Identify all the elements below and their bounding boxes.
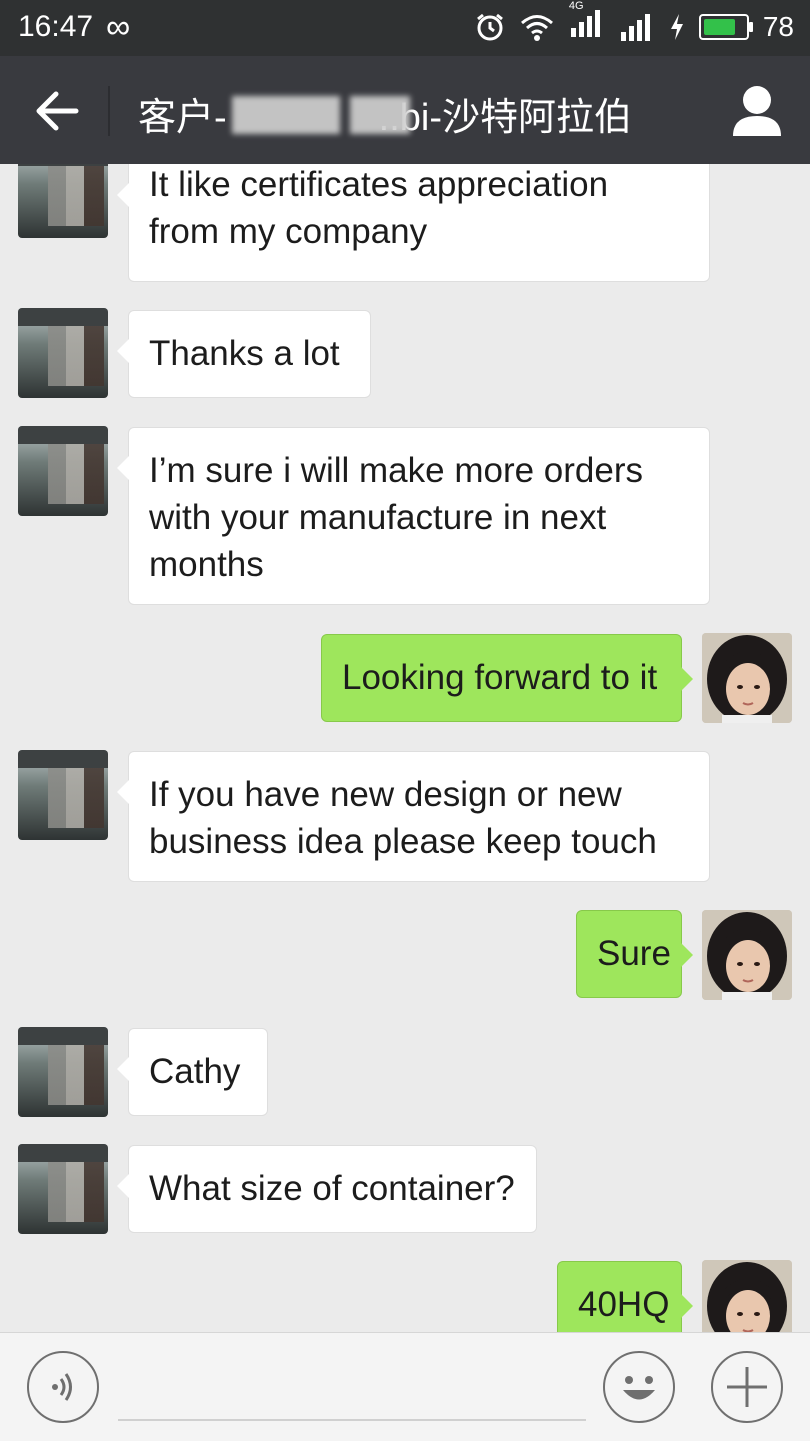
person-icon	[733, 86, 781, 136]
title-redaction	[232, 96, 340, 134]
message-list[interactable]: It like certificates appreciation from m…	[0, 164, 810, 1332]
message-text: with your manufacture in next	[149, 498, 607, 537]
message-text: What size of container?	[149, 1169, 515, 1208]
message-bubble-outgoing[interactable]: Looking forward to it	[321, 634, 693, 722]
voice-icon	[52, 1373, 72, 1401]
chat-header: 客户- ..bi-沙特阿拉伯	[0, 56, 810, 164]
voice-button[interactable]	[27, 1351, 99, 1423]
contact-info-button[interactable]	[724, 78, 790, 144]
message-bubble-incoming[interactable]: Thanks a lot	[117, 310, 371, 398]
message-bubble-incoming[interactable]: What size of container?	[117, 1145, 537, 1233]
more-options-button[interactable]	[711, 1351, 783, 1423]
emoji-button[interactable]	[603, 1351, 675, 1423]
customer-avatar[interactable]	[18, 164, 108, 238]
message-text: It like certificates appreciation	[149, 165, 609, 204]
infinity-icon: ∞	[106, 8, 131, 46]
message-bubble-outgoing[interactable]: Sure	[576, 910, 693, 998]
status-time: 16:47	[18, 10, 94, 43]
back-arrow-icon	[36, 91, 79, 131]
alarm-icon	[476, 13, 503, 40]
profile-photo	[702, 633, 792, 723]
customer-avatar[interactable]	[18, 308, 108, 398]
message-text: Looking forward to it	[342, 658, 658, 697]
my-avatar[interactable]	[702, 633, 792, 723]
customer-avatar[interactable]	[18, 1144, 108, 1234]
input-bar	[0, 1332, 810, 1441]
status-icons: 4G 78	[475, 0, 794, 45]
title-redaction	[350, 96, 410, 134]
message-input[interactable]	[118, 1419, 586, 1421]
my-avatar[interactable]	[702, 910, 792, 1000]
customer-avatar[interactable]	[18, 1027, 108, 1117]
my-avatar[interactable]	[702, 1260, 792, 1332]
battery-percent: 78	[762, 10, 794, 42]
plus-icon	[727, 1367, 767, 1407]
message-bubble-incoming[interactable]: I’m sure i will make more orders with yo…	[117, 427, 710, 605]
profile-photo	[702, 910, 792, 1000]
message-text: If you have new design or new	[149, 775, 622, 814]
signal-icon-sim2	[620, 13, 650, 41]
signal-icon-sim1	[570, 10, 600, 37]
message-text: I’m sure i will make more orders	[149, 451, 643, 490]
message-text: 40HQ	[578, 1285, 670, 1324]
status-bar: 16:47 ∞ 4G 78	[0, 0, 810, 56]
customer-avatar[interactable]	[18, 426, 108, 516]
message-text: business idea please keep touch	[149, 822, 657, 861]
profile-photo	[702, 1260, 792, 1332]
customer-avatar[interactable]	[18, 750, 108, 840]
chat-title-prefix: 客户-	[138, 97, 227, 139]
chat-title-suffix: ..bi-沙特阿拉伯	[378, 97, 633, 139]
message-bubble-incoming[interactable]: If you have new design or new business i…	[117, 751, 710, 882]
charging-icon	[670, 13, 683, 40]
emoji-icon	[623, 1376, 655, 1400]
message-text: Sure	[597, 934, 671, 973]
title-divider	[108, 86, 110, 136]
message-text: from my company	[149, 212, 428, 251]
message-bubble-outgoing[interactable]: 40HQ	[557, 1261, 693, 1332]
battery-icon	[698, 13, 753, 40]
message-text: Cathy	[149, 1052, 241, 1091]
message-text: Thanks a lot	[149, 334, 340, 373]
message-bubble-incoming[interactable]: It like certificates appreciation from m…	[117, 164, 710, 282]
back-button[interactable]	[24, 78, 90, 144]
network-type-label: 4G	[568, 0, 584, 12]
message-text: months	[149, 545, 264, 584]
wifi-icon	[520, 14, 553, 41]
message-bubble-incoming[interactable]: Cathy	[117, 1028, 268, 1116]
